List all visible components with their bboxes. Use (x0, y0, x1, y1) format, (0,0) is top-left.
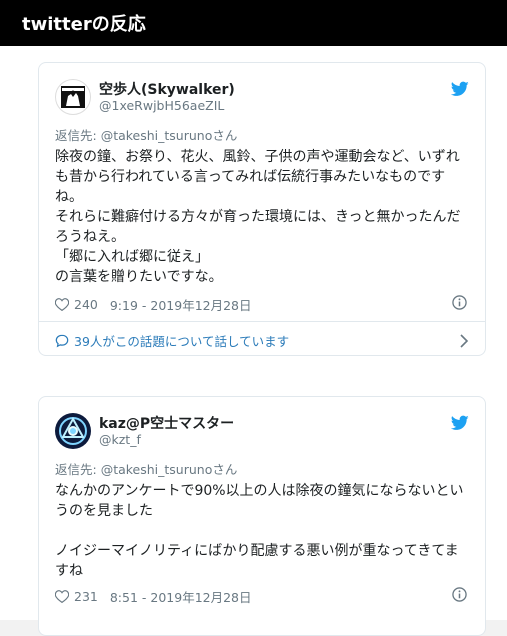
user-handle[interactable]: @1xeRwjbH56aeZIL (99, 98, 224, 113)
conversation-link[interactable]: 39人がこの話題について話しています (55, 331, 469, 350)
tweet-timestamp[interactable]: 8:51 - 2019年12月28日 (110, 587, 252, 606)
info-icon[interactable] (452, 295, 467, 310)
embedded-tweet[interactable]: 空歩人(Skywalker) @1xeRwjbH56aeZIL 返信先: @ta… (38, 62, 486, 356)
section-header: twitterの反応 (0, 0, 507, 46)
arc-reactor-icon (57, 415, 89, 447)
tweet-meta: 240 9:19 - 2019年12月28日 (55, 295, 252, 314)
reply-mention[interactable]: @takeshi_tsurunoさん (101, 462, 238, 477)
info-icon[interactable] (452, 587, 467, 602)
chevron-right-icon[interactable] (459, 333, 469, 348)
reply-label: 返信先: (55, 128, 101, 143)
display-name[interactable]: kaz@P空士マスター (99, 413, 234, 433)
speech-bubble-icon (55, 334, 69, 347)
section-title: twitterの反応 (22, 14, 146, 35)
embedded-tweet[interactable]: kaz@P空士マスター @kzt_f 返信先: @takeshi_tsuruno… (38, 396, 486, 636)
twitter-bird-icon[interactable] (451, 415, 469, 431)
tweet-text: 除夜の鐘、お祭り、花火、風鈴、子供の声や運動会など、いずれも昔から行われている言… (55, 149, 461, 285)
tweets-area: 空歩人(Skywalker) @1xeRwjbH56aeZIL 返信先: @ta… (0, 46, 507, 636)
reply-label: 返信先: (55, 462, 101, 477)
like-count[interactable]: 240 (74, 297, 98, 312)
like-count[interactable]: 231 (74, 589, 98, 604)
divider (39, 321, 485, 322)
tweet-meta: 231 8:51 - 2019年12月28日 (55, 587, 252, 606)
user-handle[interactable]: @kzt_f (99, 432, 141, 447)
reply-mention[interactable]: @takeshi_tsurunoさん (101, 128, 238, 143)
avatar[interactable] (55, 79, 91, 115)
conversation-text[interactable]: 39人がこの話題について話しています (74, 331, 289, 350)
reply-to-line: 返信先: @takeshi_tsurunoさん (55, 125, 237, 144)
reply-to-line: 返信先: @takeshi_tsurunoさん (55, 459, 237, 478)
tweet-timestamp[interactable]: 9:19 - 2019年12月28日 (110, 295, 252, 314)
tweet-text: なんかのアンケートで90%以上の人は除夜の鐘気にならないというのを見ました ノイ… (55, 483, 464, 579)
twitter-bird-icon[interactable] (451, 81, 469, 97)
heart-icon[interactable] (55, 298, 69, 311)
avatar[interactable] (55, 413, 91, 449)
display-name[interactable]: 空歩人(Skywalker) (99, 79, 235, 99)
silhouette-logo-icon (61, 86, 85, 108)
heart-icon[interactable] (55, 590, 69, 603)
